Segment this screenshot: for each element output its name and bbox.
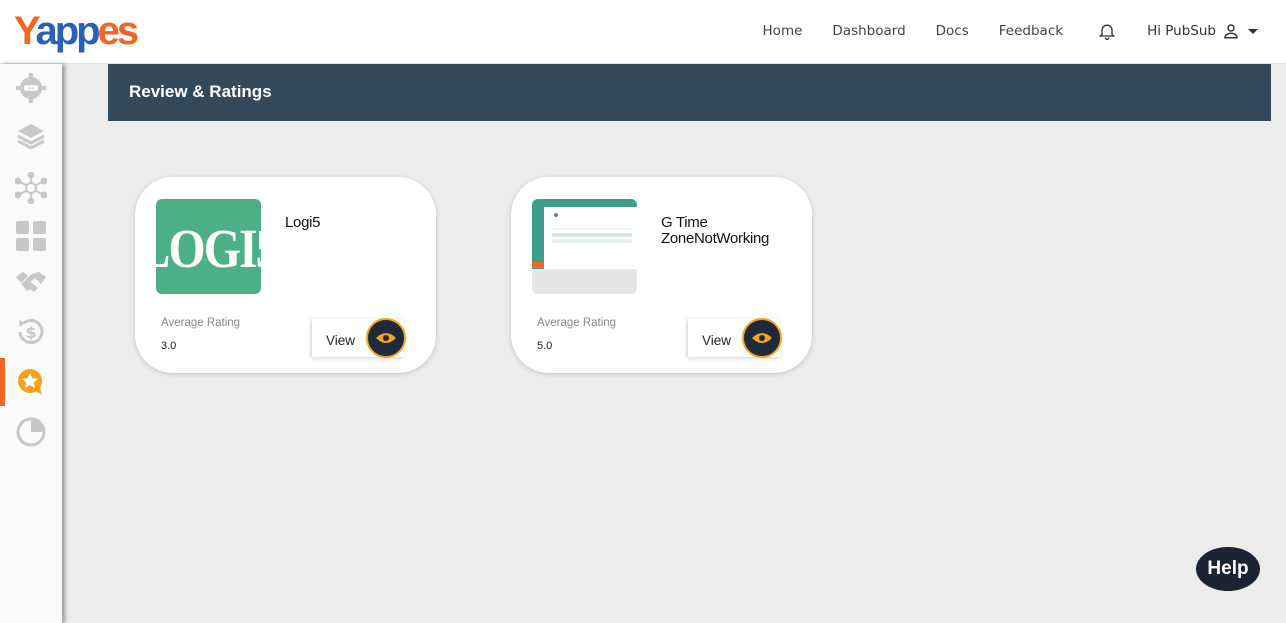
sidebar-item-api[interactable]: ‹·› (0, 64, 62, 112)
nav-feedback-link[interactable]: Feedback (999, 23, 1063, 39)
average-rating-value: 3.0 (161, 340, 177, 352)
nav-docs-link[interactable]: Docs (936, 23, 969, 39)
sidebar-item-grid[interactable] (0, 212, 62, 260)
eye-icon[interactable] (366, 318, 406, 358)
page-title: Review & Ratings (129, 82, 272, 101)
user-menu[interactable]: Hi PubSub (1147, 22, 1258, 40)
layers-icon (17, 124, 45, 150)
network-icon (15, 172, 47, 204)
handshake-icon (16, 272, 46, 292)
sidebar-item-billing[interactable]: $ (0, 308, 62, 356)
star-rating-icon (18, 369, 42, 395)
nav-dashboard-link[interactable]: Dashboard (832, 23, 905, 39)
pie-chart-icon (16, 417, 46, 447)
sidebar-item-partners[interactable] (0, 258, 62, 306)
sidebar-item-layers[interactable] (0, 112, 62, 160)
chevron-down-icon (1248, 28, 1258, 34)
api-gear-icon: ‹·› (16, 73, 46, 103)
api-thumbnail (532, 199, 637, 294)
thumb-text: LOGI5 (156, 219, 261, 280)
help-button[interactable]: Help (1196, 547, 1260, 591)
average-rating-label: Average Rating (537, 317, 617, 329)
bell-icon[interactable] (1097, 20, 1117, 42)
view-button[interactable]: View (312, 318, 406, 358)
sidebar-item-analytics[interactable] (0, 408, 62, 456)
api-name: Logi5 (285, 214, 321, 231)
yappes-logo[interactable]: Yappes (14, 8, 166, 56)
nav-links: Home Dashboard Docs Feedback Hi PubSub (733, 0, 1258, 62)
sidebar: ‹·› $ (0, 64, 62, 623)
user-greeting: Hi PubSub (1147, 23, 1216, 39)
sidebar-item-reviews[interactable] (0, 358, 62, 406)
user-icon (1224, 24, 1238, 39)
page-header: Review & Ratings (108, 64, 1271, 121)
svg-text:‹·›: ‹·› (28, 86, 34, 92)
view-button[interactable]: View (688, 318, 782, 358)
nav-home-link[interactable]: Home (763, 23, 803, 39)
eye-icon[interactable] (742, 318, 782, 358)
average-rating-value: 5.0 (537, 340, 553, 352)
dollar-cycle-icon: $ (18, 319, 44, 344)
average-rating-label: Average Rating (161, 317, 241, 329)
svg-text:Yappes: Yappes (14, 9, 138, 53)
api-card: LOGI5 Logi5 Average Rating 3.0 View (135, 177, 436, 373)
api-card: G Time ZoneNotWorking Average Rating 5.0… (511, 177, 812, 373)
api-name: G Time ZoneNotWorking (661, 214, 770, 247)
api-thumbnail: LOGI5 (156, 199, 261, 294)
view-label: View (702, 333, 732, 348)
sidebar-item-network[interactable] (0, 164, 62, 212)
view-label: View (326, 333, 356, 348)
svg-text:$: $ (25, 323, 36, 342)
grid-icon (16, 221, 46, 251)
top-navbar: Yappes Home Dashboard Docs Feedback Hi P… (0, 0, 1286, 64)
